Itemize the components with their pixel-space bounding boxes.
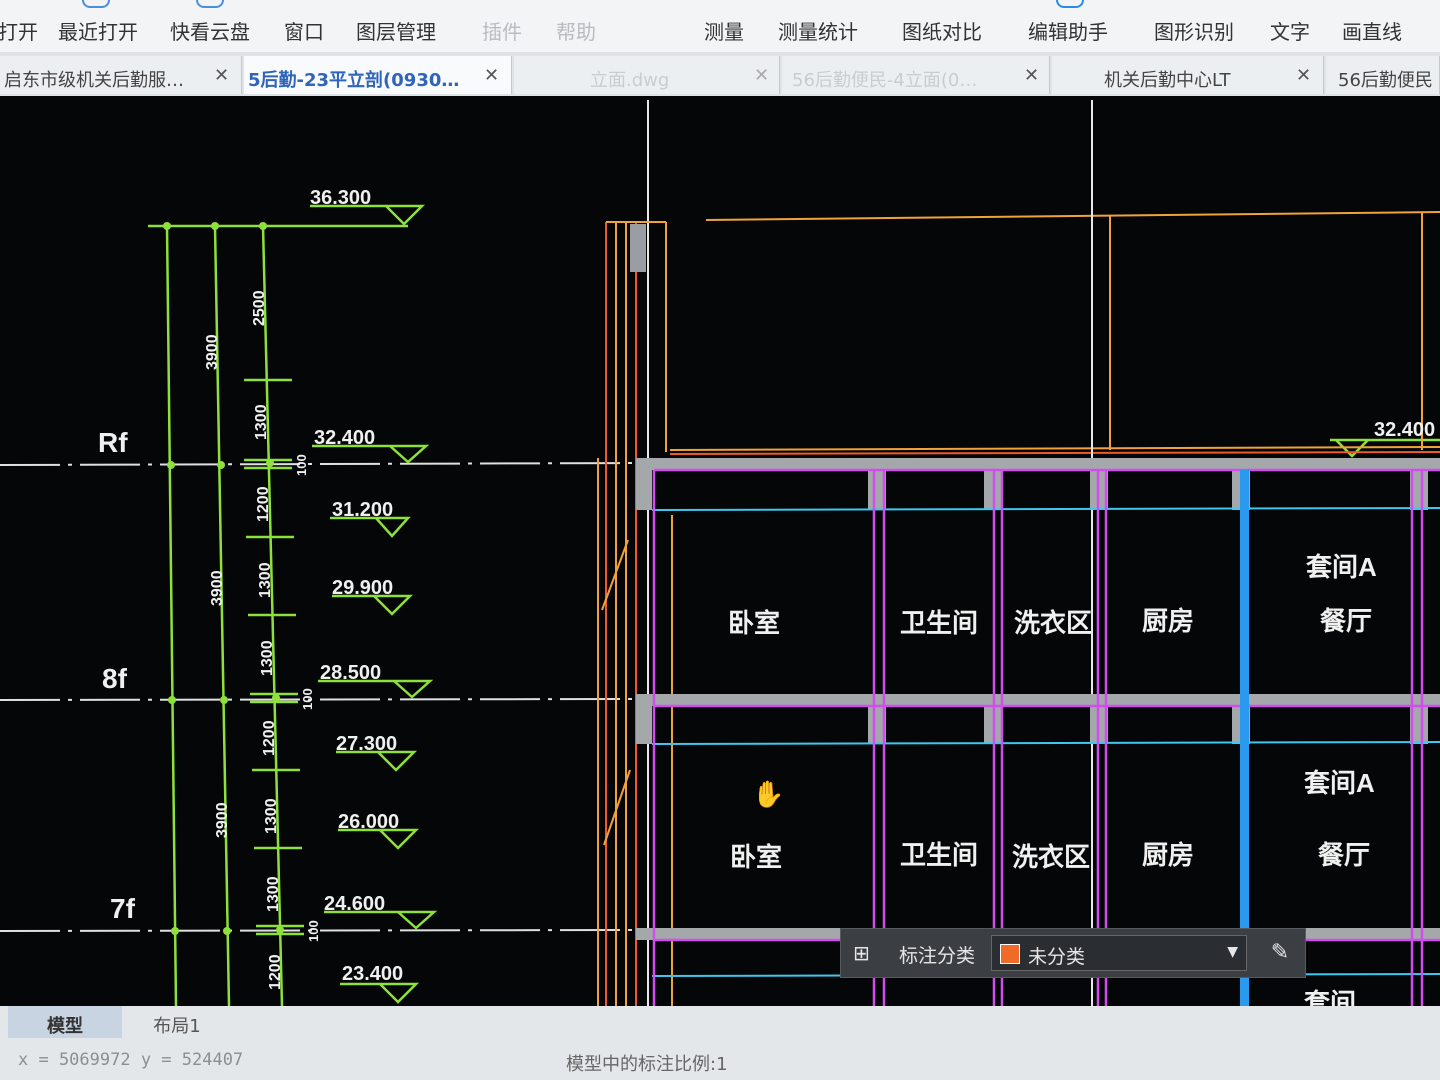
dim-value: 1200 [261,720,278,756]
dim-value: 100 [300,688,315,710]
room-label-bathroom: 卫生间 [900,608,978,638]
dim-value: 100 [294,454,309,476]
dim-value: 1200 [267,954,284,990]
room-label-bathroom: 卫生间 [900,840,978,870]
doc-tab-label: 启东市级机关后勤服… [4,70,184,91]
drawing-canvas[interactable]: Rf 8f 7f 36.300 32.400 31.200 29.900 28.… [0,96,1440,1006]
dim-value: 1300 [263,798,280,834]
chevron-down-icon[interactable]: ▼ [1227,944,1238,960]
elevation-label: 24.600 [324,893,385,915]
close-icon[interactable]: ✕ [214,65,229,86]
elevation-label: 31.200 [332,499,393,521]
ribbon-toolbar: 打开 最近打开 快看云盘 窗口 图层管理 插件 帮助 测量 测量统计 图纸对比 … [0,0,1440,52]
doc-tab-label: 56后勤便民 [1338,70,1433,91]
drawing-text: Rf 8f 7f 36.300 32.400 31.200 29.900 28.… [98,187,1435,1006]
room-label-laundry: 洗衣区 [1014,608,1092,638]
status-bar: 模型 布局1 x = 5069972 y = 524407 模型中的标注比例:1 [0,1006,1440,1080]
floor-label-8f: 8f [102,663,128,694]
doc-tab-1[interactable]: 启东市级机关后勤服… ✕ [0,56,242,94]
elevation-label: 27.300 [336,733,397,755]
toolbar-window[interactable]: 窗口 [284,16,324,45]
room-label-dining: 餐厅 [1318,840,1370,870]
category-color-swatch [1000,944,1020,964]
toolbar-text[interactable]: 文字 [1270,16,1310,45]
dim-value: 1300 [257,562,274,598]
toolbar-measure[interactable]: 测量 [704,16,744,45]
partition-walls [652,468,1440,1006]
cloud-icon [196,0,224,8]
edit-helper-icon [1056,0,1084,8]
tab-model[interactable]: 模型 [8,1006,122,1038]
dim-value: 1300 [259,640,276,676]
doc-tab-label: 立面.dwg [590,70,670,91]
dim-value: 1300 [253,404,270,440]
close-icon[interactable]: ✕ [484,65,499,86]
annotation-category-value: 未分类 [1028,946,1086,968]
hand-cursor-icon: ✋ [752,780,785,810]
close-icon[interactable]: ✕ [1296,65,1311,86]
doc-tab-5[interactable]: 机关后勤中心LT ✕ [1052,56,1324,94]
annotation-scale: 模型中的标注比例:1 [566,1054,728,1075]
annotation-category-bar: ⊞ 标注分类 未分类 ▼ ✎ [840,928,1306,978]
room-label-kitchen: 厨房 [1142,606,1194,636]
toolbar-shape-recognition[interactable]: 图形识别 [1154,16,1234,45]
document-tabbar: 启东市级机关后勤服… ✕ 5后勤-23平立剖(0930… ✕ 立面.dwg ✕ … [0,52,1440,97]
room-label-laundry: 洗衣区 [1012,842,1090,872]
close-icon[interactable]: ✕ [1024,65,1039,86]
toolbar-measure-stats[interactable]: 测量统计 [778,16,858,45]
room-label-kitchen: 厨房 [1142,840,1194,870]
tab-layout1[interactable]: 布局1 [124,1006,230,1038]
annotation-category-select[interactable]: 未分类 ▼ [991,935,1247,971]
dim-3900: 3900 [209,570,226,606]
elevation-label: 26.000 [338,811,399,833]
doc-tab-3[interactable]: 立面.dwg ✕ [514,56,780,94]
room-label-bedroom: 卧室 [728,608,780,638]
dim-value: 1200 [255,486,272,522]
doc-tab-label: 5后勤-23平立剖(0930… [248,70,460,91]
floor-label-7f: 7f [110,893,136,924]
elevation-label: 23.400 [342,963,403,985]
toolbar-open[interactable]: 打开 [0,16,38,45]
elevation-label: 32.400 [1374,419,1435,441]
toolbar-layers[interactable]: 图层管理 [356,16,436,45]
toolbar-help[interactable]: 帮助 [556,16,596,45]
toolbar-recent[interactable]: 最近打开 [58,16,138,45]
recent-icon [82,0,110,8]
room-label-dining: 餐厅 [1320,606,1372,636]
toolbar-edit-helper[interactable]: 编辑助手 [1028,16,1108,45]
cad-drawing: Rf 8f 7f 36.300 32.400 31.200 29.900 28.… [0,100,1440,1006]
doc-tab-4[interactable]: 56后勤便民-4立面(0… ✕ [782,56,1050,94]
edit-icon[interactable]: ✎ [1265,939,1295,967]
dim-value: 1300 [265,876,282,912]
toolbar-plugin[interactable]: 插件 [482,16,522,45]
toolbar-cloud[interactable]: 快看云盘 [170,16,250,45]
elevation-label: 29.900 [332,577,393,599]
dim-3900: 3900 [204,334,221,370]
dim-value: 100 [306,920,321,942]
doc-tab-label: 56后勤便民-4立面(0… [792,70,978,91]
elevation-label: 28.500 [320,662,381,684]
annotation-category-label: 标注分类 [899,945,976,967]
dim-value: 2500 [251,290,268,326]
room-label-suite-a: 套间A [1304,768,1375,798]
toolbar-compare[interactable]: 图纸对比 [902,16,982,45]
elevation-label: 36.300 [310,187,371,209]
floor-lines [0,462,641,932]
room-label-bedroom: 卧室 [730,842,782,872]
elevation-label: 32.400 [314,427,375,449]
floor-label-rf: Rf [98,427,128,458]
room-label-partial: 套间 [1304,988,1356,1006]
room-label-suite-a: 套间A [1306,552,1377,582]
dim-3900: 3900 [214,802,231,838]
doc-tab-2[interactable]: 5后勤-23平立剖(0930… ✕ [244,56,512,94]
toolbar-draw-line[interactable]: 画直线 [1342,16,1402,45]
grid-icon[interactable]: ⊞ [853,941,877,965]
close-icon[interactable]: ✕ [754,65,769,86]
doc-tab-6[interactable]: 56后勤便民 [1326,56,1440,94]
coordinate-readout: x = 5069972 y = 524407 [18,1050,244,1070]
doc-tab-label: 机关后勤中心LT [1104,70,1231,91]
